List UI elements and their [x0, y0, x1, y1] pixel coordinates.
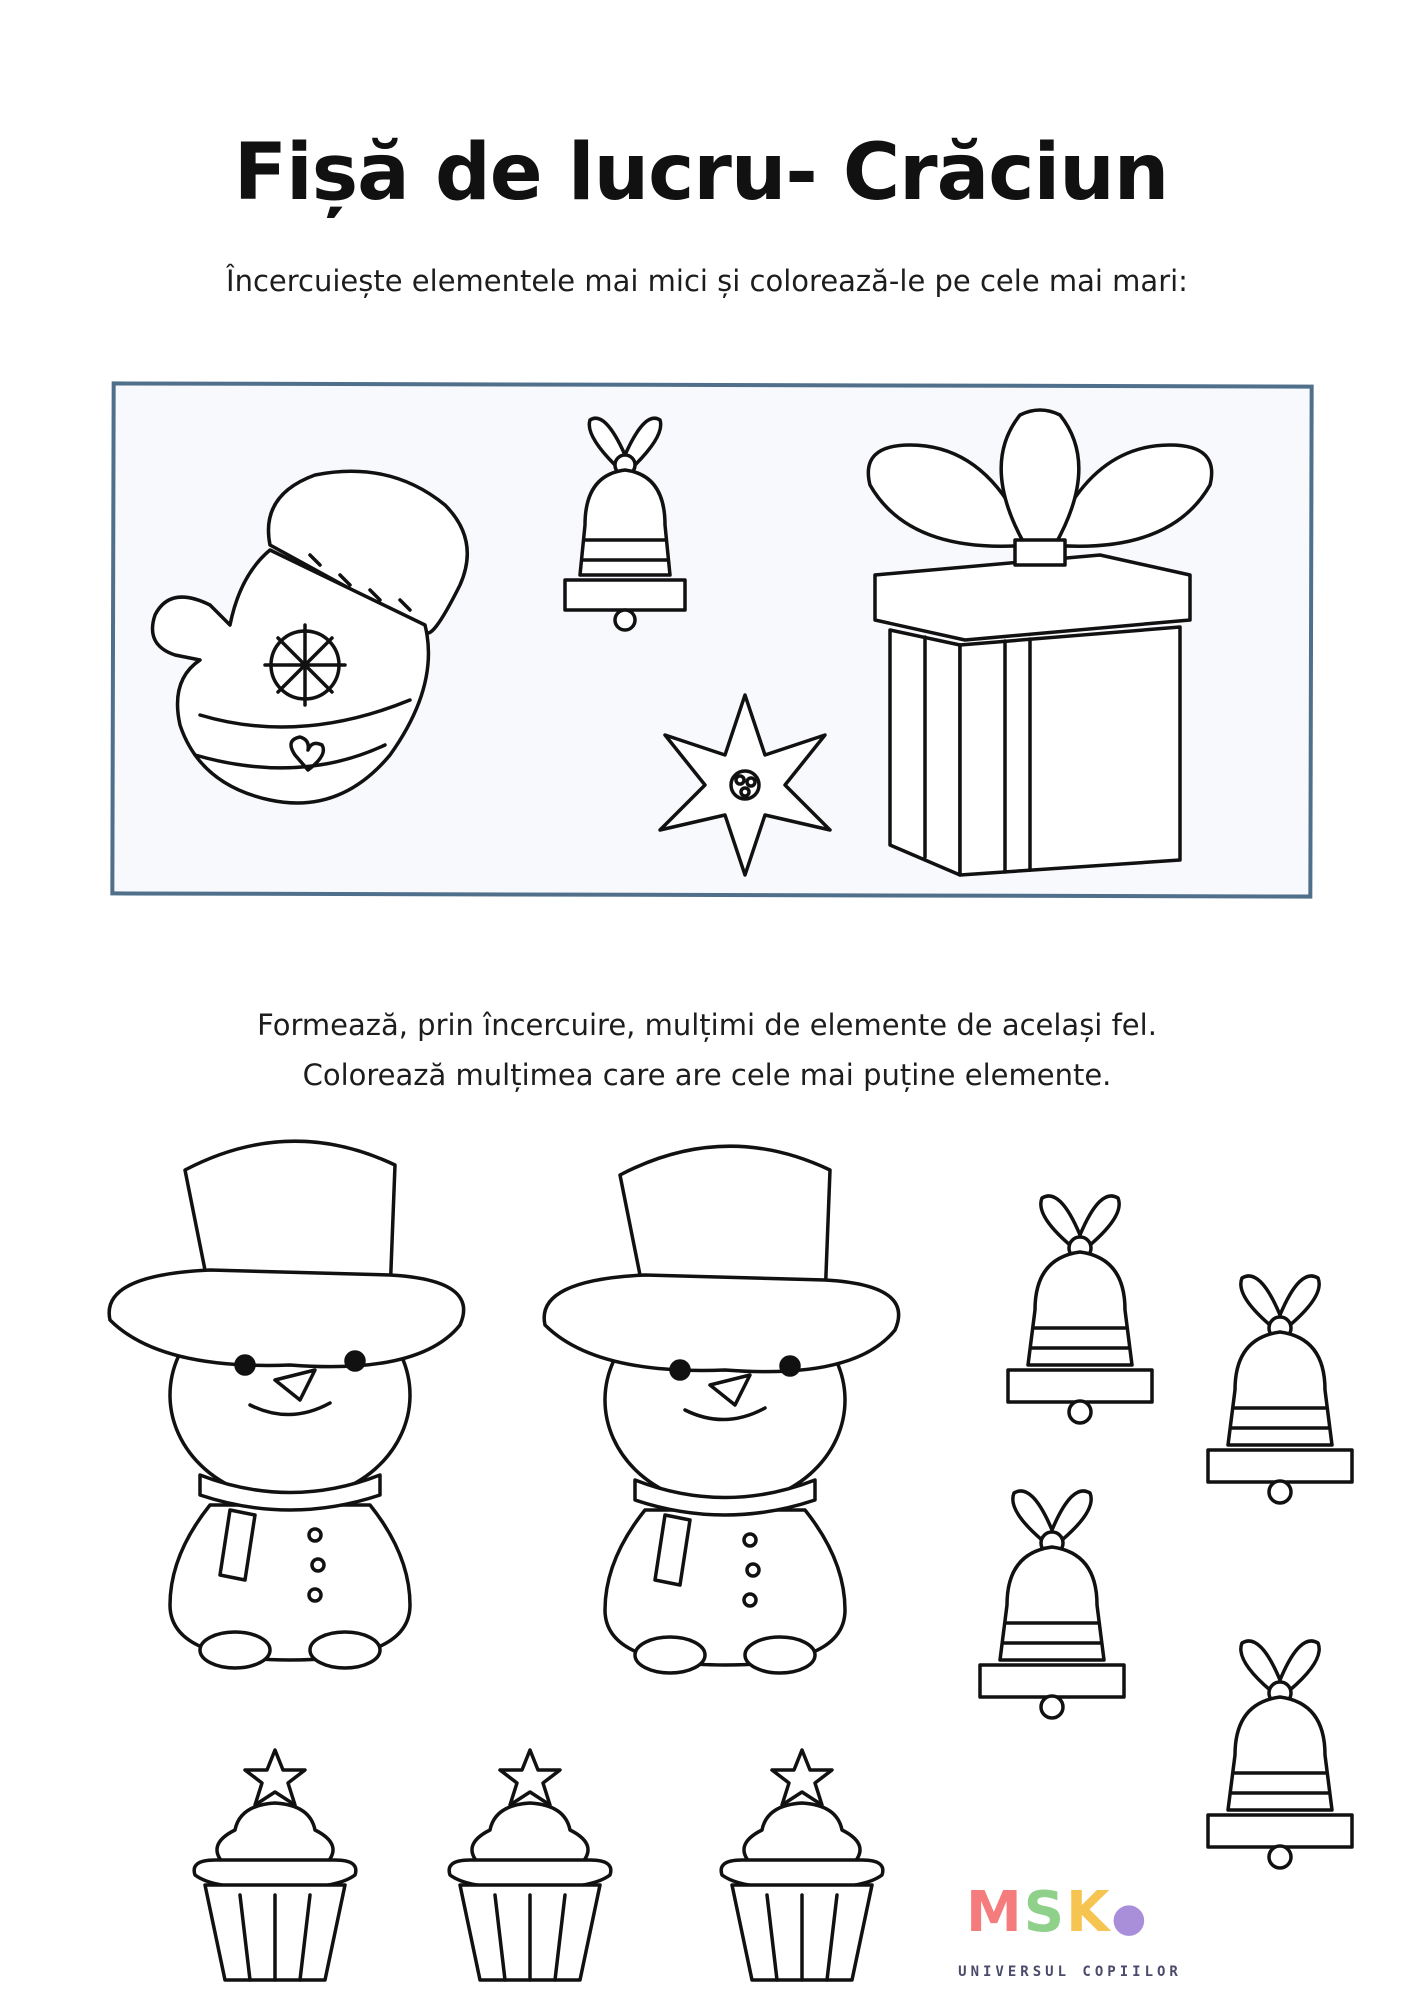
- mitten-icon: [150, 469, 469, 805]
- instruction-2-line-1: Formează, prin încercuire, mulțimi de el…: [257, 1008, 1157, 1042]
- instruction-2: Formează, prin încercuire, mulțimi de el…: [0, 1000, 1414, 1100]
- bell-icon: [1006, 1194, 1154, 1425]
- instruction-2-line-2: Colorează mulțimea care are cele mai puț…: [302, 1058, 1112, 1092]
- bell-icon: [1206, 1274, 1354, 1505]
- bell-icon: [978, 1489, 1126, 1720]
- snowman-icon: [107, 1139, 466, 1670]
- logo-letter-k: K: [1066, 1880, 1112, 1945]
- msk-logo: MSK● UNIVERSUL COPIILOR: [950, 1880, 1200, 1990]
- gift-box-icon: [866, 408, 1214, 877]
- page-title: Fișă de lucru- Crăciun: [233, 128, 1170, 218]
- cupcake-icon: [192, 1748, 358, 1982]
- footprints-icon: ●: [1111, 1895, 1149, 1941]
- logo-letter-m: M: [966, 1880, 1024, 1945]
- cupcake-icon: [447, 1748, 613, 1982]
- snowman-icon: [542, 1144, 901, 1675]
- logo-letter-s: S: [1023, 1880, 1067, 1945]
- logo-letters: MSK●: [966, 1880, 1148, 1945]
- instruction-1: Încercuiește elementele mai mici și colo…: [226, 264, 1188, 298]
- bell-icon: [1206, 1639, 1354, 1870]
- poinsettia-icon: [658, 693, 832, 877]
- small-bell-icon: [563, 416, 687, 632]
- cupcake-icon: [719, 1748, 885, 1982]
- logo-tagline: UNIVERSUL COPIILOR: [958, 1964, 1182, 1980]
